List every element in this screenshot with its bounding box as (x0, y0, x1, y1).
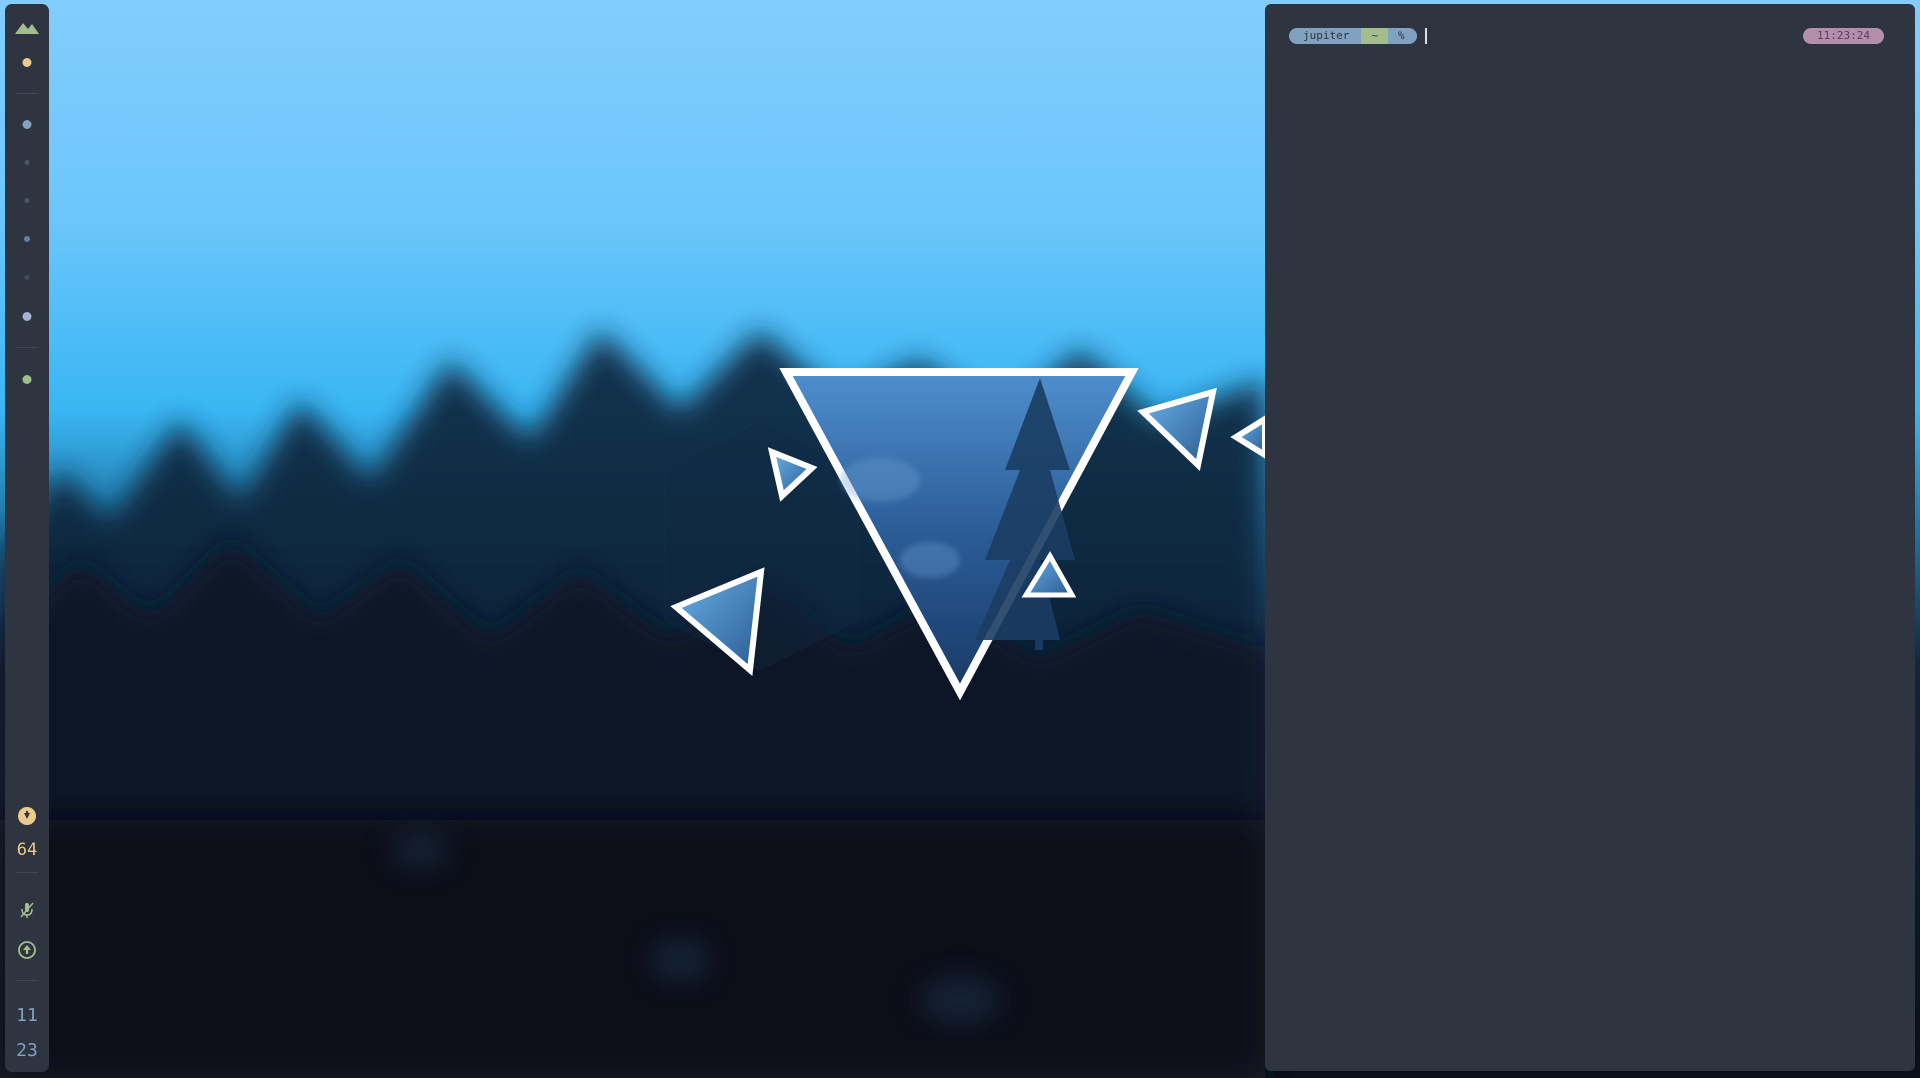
prompt-symbol: % (1387, 28, 1417, 44)
prompt-directory: ~ (1361, 28, 1388, 44)
separator (16, 980, 38, 981)
status-bar: 64 11 23 (5, 4, 49, 1072)
clock-minute: 23 (16, 1040, 38, 1061)
workspace-5[interactable] (24, 236, 30, 242)
workspace-7[interactable] (22, 312, 32, 321)
mountain-icon[interactable] (15, 18, 39, 34)
workspace-8[interactable] (22, 375, 32, 384)
workspace-4[interactable] (24, 198, 30, 203)
rprompt-time: 11:23:24 (1803, 28, 1884, 44)
prompt-host: jupiter (1289, 28, 1362, 44)
volume-icon[interactable] (17, 806, 37, 826)
shell-prompt: jupiter ~ % (1289, 28, 1427, 44)
separator (16, 872, 38, 873)
mic-muted-icon[interactable] (17, 900, 37, 920)
arrow-up-circle-icon[interactable] (17, 940, 37, 960)
separator (16, 93, 38, 94)
text-cursor[interactable] (1424, 28, 1427, 44)
terminal-window[interactable]: jupiter ~ % 11:23:24 (1265, 4, 1915, 1071)
workspace-2[interactable] (22, 120, 32, 129)
workspace-1[interactable] (22, 58, 32, 67)
separator (16, 347, 38, 348)
clock-hour: 11 (16, 1005, 38, 1026)
volume-value: 64 (16, 840, 38, 860)
workspace-3[interactable] (24, 160, 30, 165)
workspace-6[interactable] (24, 275, 30, 280)
